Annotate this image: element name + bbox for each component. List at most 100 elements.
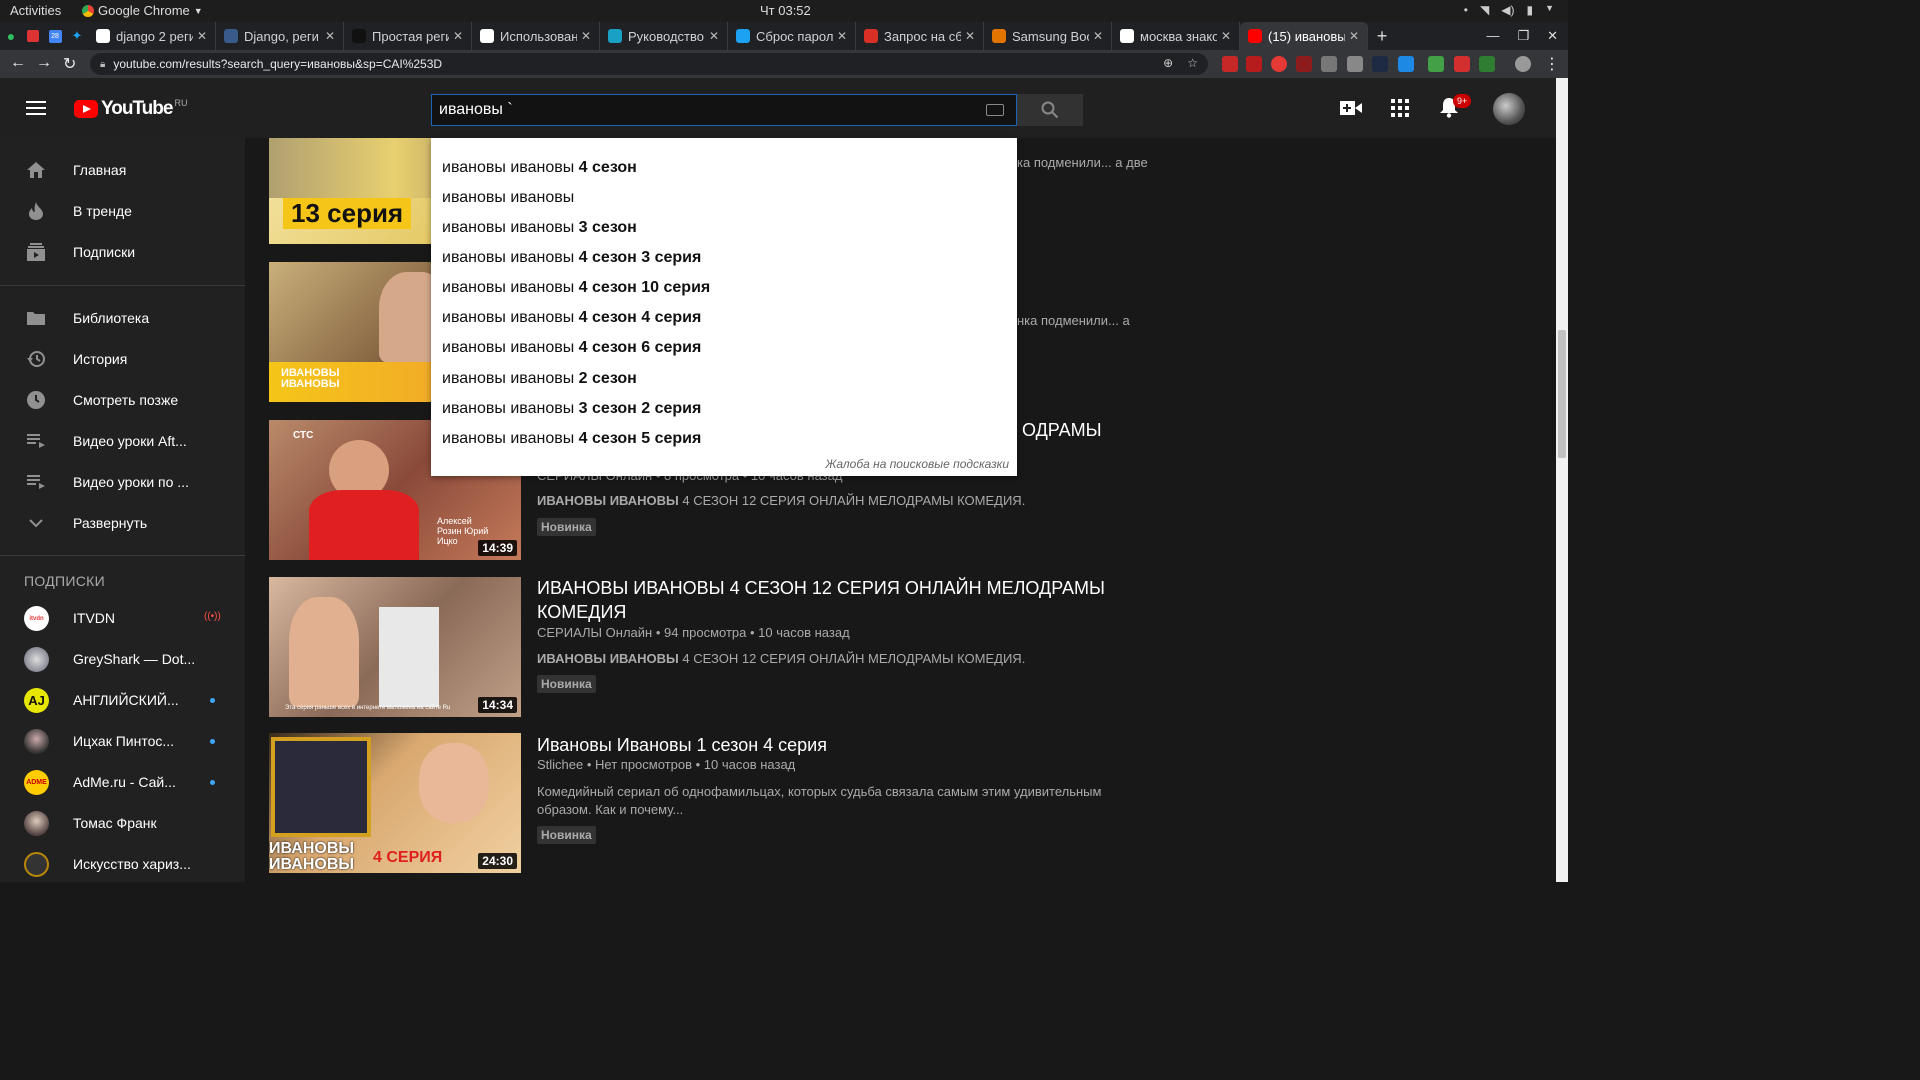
reload-button[interactable]: ↻ [63,54,76,74]
close-tab-icon[interactable]: ✕ [453,29,463,43]
suggestion-item[interactable]: ивановы ивановы 2 сезон [442,370,637,388]
close-tab-icon[interactable]: ✕ [965,29,975,43]
back-button[interactable]: ← [10,54,26,72]
maximize-button[interactable]: ❐ [1517,28,1529,44]
pinned-tab-evernote[interactable]: ● [0,22,22,50]
pinned-tab-red[interactable] [22,22,44,50]
menu-icon[interactable]: ⋮ [1544,54,1560,74]
video-thumbnail[interactable]: Эта серия раньше всех в интернете выложе… [269,577,521,717]
extension-icon[interactable] [1454,56,1470,72]
search-button[interactable] [1017,94,1083,126]
sidebar-sub-greyshark[interactable]: GreyShark — Dot... [0,639,245,679]
suggestion-item[interactable]: ивановы ивановы 4 сезон [442,159,637,177]
close-tab-icon[interactable]: ✕ [1221,29,1231,43]
new-content-dot [210,739,215,744]
browser-tab[interactable]: Простая реги ✕ [344,22,472,50]
extension-icon[interactable] [1398,56,1414,72]
search-icon [1041,101,1059,119]
extension-icon[interactable] [1321,56,1337,72]
extension-icon[interactable] [1246,56,1262,72]
thumbnail-caption: ИВАНОВЫ ИВАНОВЫ [269,840,355,873]
sidebar-item-watch-later[interactable]: Смотреть позже [0,380,245,420]
page-scrollbar[interactable] [1556,78,1568,882]
extension-icon[interactable] [1296,56,1312,72]
close-tab-icon[interactable]: ✕ [1349,29,1359,43]
sidebar-item-history[interactable]: История [0,339,245,379]
sidebar-item-library[interactable]: Библиотека [0,298,245,338]
search-input[interactable] [432,95,972,125]
youtube-logo[interactable]: YouTube RU [74,98,187,120]
extension-icon[interactable] [1347,56,1363,72]
sidebar-sub-charisma[interactable]: Искусство хариз... [0,844,245,884]
browser-tab[interactable]: Руководство ✕ [600,22,728,50]
extension-icon[interactable] [1222,56,1238,72]
zoom-icon[interactable]: ⊕ [1163,56,1173,70]
sidebar-sub-itzhak[interactable]: Ицхак Пинтос... [0,721,245,761]
video-title[interactable]: ИВАНОВЫ ИВАНОВЫ 4 СЕЗОН 12 СЕРИЯ ОНЛАЙН … [537,576,1157,624]
new-tab-button[interactable]: + [1368,22,1396,50]
profile-icon[interactable] [1515,56,1531,72]
suggestion-item[interactable]: ивановы ивановы 4 сезон 10 серия [442,279,710,297]
activities-button[interactable]: Activities [10,3,61,18]
close-tab-icon[interactable]: ✕ [197,29,207,43]
sidebar-item-label: Томас Франк [73,815,157,831]
browser-tab[interactable]: Django, реги ✕ [216,22,344,50]
report-suggestions-link[interactable]: Жалоба на поисковые подсказки [825,457,1009,471]
suggestion-item[interactable]: ивановы ивановы 4 сезон 5 серия [442,430,701,448]
sidebar-sub-thomas-frank[interactable]: Томас Франк [0,803,245,843]
browser-tab[interactable]: Сброс парол ✕ [728,22,856,50]
pinned-tab-calendar[interactable]: 28 [44,22,66,50]
forward-button[interactable]: → [36,54,52,72]
trending-icon [26,201,46,221]
hamburger-menu-icon[interactable] [26,101,46,115]
browser-tab[interactable]: Samsung Boo ✕ [984,22,1112,50]
close-tab-icon[interactable]: ✕ [581,29,591,43]
app-menu[interactable]: Google Chrome ▼ [82,3,203,18]
sidebar-item-playlist-after-effects[interactable]: Видео уроки Aft... [0,421,245,461]
suggestion-item[interactable]: ивановы ивановы 4 сезон 4 серия [442,309,701,327]
browser-tab[interactable]: Использован ✕ [472,22,600,50]
close-tab-icon[interactable]: ✕ [325,29,335,43]
video-description: ИВАНОВЫ ИВАНОВЫ 4 СЕЗОН 12 СЕРИЯ ОНЛАЙН … [537,651,1026,666]
address-bar[interactable]: 🔒︎ youtube.com/results?search_query=иван… [90,53,1208,75]
video-title[interactable]: ОДРАМЫ [1022,418,1222,442]
scrollbar-thumb[interactable] [1558,330,1566,458]
minimize-button[interactable]: — [1486,28,1499,44]
suggestion-item[interactable]: ивановы ивановы 4 сезон 6 серия [442,339,701,357]
apps-grid-icon[interactable] [1388,96,1412,120]
sidebar-item-home[interactable]: Главная [0,150,245,190]
extension-icon[interactable] [1428,56,1444,72]
video-title[interactable]: Ивановы Ивановы 1 сезон 4 серия [537,733,1157,757]
suggestion-item[interactable]: ивановы ивановы 3 сезон [442,219,637,237]
close-tab-icon[interactable]: ✕ [837,29,847,43]
sidebar-sub-adme[interactable]: ADME AdMe.ru - Сай... [0,762,245,802]
extension-icon[interactable] [1271,56,1287,72]
close-window-button[interactable]: ✕ [1547,28,1558,44]
browser-tab[interactable]: москва знако ✕ [1112,22,1240,50]
account-avatar[interactable] [1493,93,1525,125]
close-tab-icon[interactable]: ✕ [1093,29,1103,43]
clock[interactable]: Чт 03:52 [760,3,811,18]
sidebar-sub-itvdn[interactable]: itvdn ITVDN ((•)) [0,598,245,638]
favicon-icon [1120,29,1134,43]
sidebar-item-expand[interactable]: Развернуть [0,503,245,543]
suggestion-item[interactable]: ивановы ивановы [442,189,574,207]
bookmark-star-icon[interactable]: ☆ [1187,56,1198,70]
create-video-icon[interactable] [1339,96,1363,120]
browser-tab[interactable]: (15) ивановы ✕ [1240,22,1368,50]
video-thumbnail[interactable]: ИВАНОВЫ ИВАНОВЫ 4 СЕРИЯ 24:30 [269,733,521,873]
close-tab-icon[interactable]: ✕ [709,29,719,43]
browser-tab[interactable]: django 2 реги ✕ [88,22,216,50]
suggestion-item[interactable]: ивановы ивановы 3 сезон 2 серия [442,400,701,418]
sidebar-item-trending[interactable]: В тренде [0,191,245,231]
extension-icon[interactable] [1479,56,1495,72]
sidebar-sub-english[interactable]: AJ АНГЛИЙСКИЙ... [0,680,245,720]
system-tray[interactable]: • ◥ ◀) ▮ ▼ [1464,3,1554,17]
browser-tab[interactable]: Запрос на сб ✕ [856,22,984,50]
sidebar-item-subscriptions[interactable]: Подписки [0,232,245,272]
extension-icon[interactable] [1372,56,1388,72]
suggestion-item[interactable]: ивановы ивановы 4 сезон 3 серия [442,249,701,267]
sidebar-item-playlist-video-lessons[interactable]: Видео уроки по ... [0,462,245,502]
keyboard-icon[interactable] [986,104,1004,116]
pinned-tab-twitter[interactable]: ✦ [66,22,88,50]
